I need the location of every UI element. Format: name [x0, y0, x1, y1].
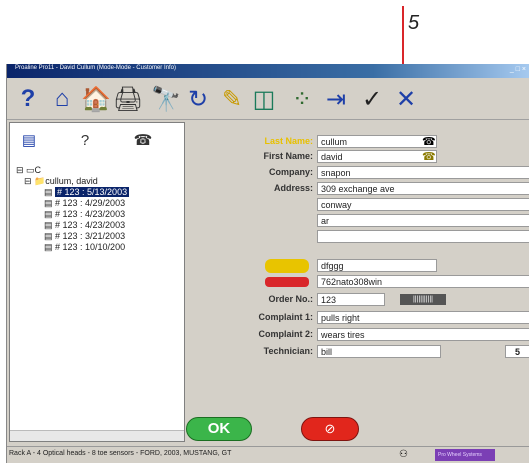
vin-field[interactable]: 762nato308win: [317, 275, 529, 288]
technician-field[interactable]: bill: [317, 345, 441, 358]
chart-button[interactable]: ◫: [249, 83, 279, 115]
vin-icon: [265, 277, 309, 287]
complaint2-field[interactable]: wears tires: [317, 328, 529, 341]
first-name-field[interactable]: david: [317, 150, 437, 163]
customer-button[interactable]: 🏠: [81, 83, 111, 115]
status-bar: Rack A - 4 Optical heads - 8 toe sensors…: [7, 446, 529, 463]
company-label: Company:: [268, 167, 313, 177]
tree-record-selected[interactable]: ▤ # 123 : 5/13/2003: [44, 187, 130, 198]
address-line3-field[interactable]: ar: [317, 214, 529, 227]
application-window: Proaline Pro11 - David Cullum (Mode-Mode…: [6, 64, 529, 463]
search-button[interactable]: 🔭: [151, 83, 181, 115]
tree-record[interactable]: ▤ # 123 : 4/23/2003: [44, 220, 125, 231]
phone-icon[interactable]: ☎: [422, 135, 436, 148]
phone-alt-icon[interactable]: ☎: [422, 150, 436, 163]
order-no-label: Order No.:: [268, 294, 313, 304]
tree-record[interactable]: ▤ # 123 : 4/23/2003: [44, 209, 125, 220]
toolbar: ? ⌂ 🏠 🖨 🔭 ↻ ✎ ◫ ⁘ ⇥ ✓ ✕: [7, 79, 529, 120]
last-name-field[interactable]: cullum: [317, 135, 437, 148]
address-line2-field[interactable]: conway: [317, 198, 529, 211]
tree-record[interactable]: ▤ # 123 : 10/10/200: [44, 242, 125, 253]
export-icon: ⇥: [325, 85, 347, 113]
company-field[interactable]: snapon: [317, 166, 529, 179]
customer-icon: 🏠: [81, 85, 111, 113]
phone-tree-icon: ☎: [133, 132, 153, 149]
help-icon: ?: [20, 85, 36, 112]
technician-code-field[interactable]: 5: [505, 345, 529, 358]
complaint1-label: Complaint 1:: [258, 312, 313, 322]
print-icon: 🖨: [112, 85, 144, 113]
close-button[interactable]: ✕: [391, 83, 421, 115]
print-button[interactable]: 🖨: [113, 83, 143, 115]
customer-form: Last Name: cullum ☎ First Name: david ☎ …: [185, 122, 529, 447]
status-text: Rack A - 4 Optical heads - 8 toe sensors…: [9, 450, 232, 457]
edit-icon: ✎: [221, 85, 243, 113]
help-tree-icon: ?: [80, 131, 90, 149]
check-button[interactable]: ✓: [357, 83, 387, 115]
address-line1-field[interactable]: 309 exchange ave: [317, 182, 529, 195]
technician-label: Technician:: [263, 346, 313, 356]
address-label: Address:: [273, 183, 313, 193]
help-tab[interactable]: ?: [72, 127, 98, 153]
horizontal-scrollbar[interactable]: [10, 430, 184, 441]
check-icon: ✓: [361, 85, 383, 113]
window-title: Proaline Pro11 - David Cullum (Mode-Mode…: [15, 65, 176, 71]
refresh-icon: ↻: [187, 85, 209, 113]
customers-tab[interactable]: ▤: [16, 127, 42, 153]
ok-button[interactable]: OK: [186, 417, 252, 441]
network-icon: ⚇: [399, 449, 408, 460]
window-controls[interactable]: _ □ ×: [510, 66, 526, 73]
complaint2-label: Complaint 2:: [258, 329, 313, 339]
cancel-button[interactable]: ⊘: [301, 417, 359, 441]
dots-icon: ⁘: [291, 85, 313, 113]
tree-root[interactable]: ⊟ ▭C: [16, 165, 41, 176]
binoculars-icon: 🔭: [151, 85, 181, 113]
chart-icon: ◫: [252, 85, 276, 113]
tree-customer[interactable]: ⊟ 📁cullum, david: [24, 176, 98, 187]
close-icon: ✕: [395, 85, 417, 113]
title-bar: Proaline Pro11 - David Cullum (Mode-Mode…: [7, 64, 529, 78]
callout-number: 5: [408, 12, 420, 34]
edit-button[interactable]: ✎: [217, 83, 247, 115]
address-line4-field[interactable]: [317, 230, 529, 243]
customers-icon: ▤: [21, 132, 37, 149]
refresh-button[interactable]: ↻: [183, 83, 213, 115]
dots-button[interactable]: ⁘: [287, 83, 317, 115]
complaint1-field[interactable]: pulls right: [317, 311, 529, 324]
barcode-icon[interactable]: |||||||||||: [400, 294, 446, 305]
help-button[interactable]: ?: [13, 83, 43, 115]
home-icon: ⌂: [54, 85, 70, 112]
last-name-label: Last Name:: [264, 136, 313, 146]
customer-tree-pane: ▤ ? ☎ ⊟ ▭C ⊟ 📁cullum, david ▤ # 123 : 5/…: [9, 122, 185, 442]
vehicle-field[interactable]: dfggg: [317, 259, 437, 272]
vehicle-car-icon: [265, 259, 309, 273]
export-button[interactable]: ⇥: [321, 83, 351, 115]
brand-logo: Pro Wheel Systems: [435, 449, 495, 461]
home-button[interactable]: ⌂: [47, 83, 77, 115]
order-no-field[interactable]: 123: [317, 293, 385, 306]
first-name-label: First Name:: [263, 151, 313, 161]
tree-record[interactable]: ▤ # 123 : 4/29/2003: [44, 198, 125, 209]
phone-tab[interactable]: ☎: [130, 127, 156, 153]
tree-record[interactable]: ▤ # 123 : 3/21/2003: [44, 231, 125, 242]
